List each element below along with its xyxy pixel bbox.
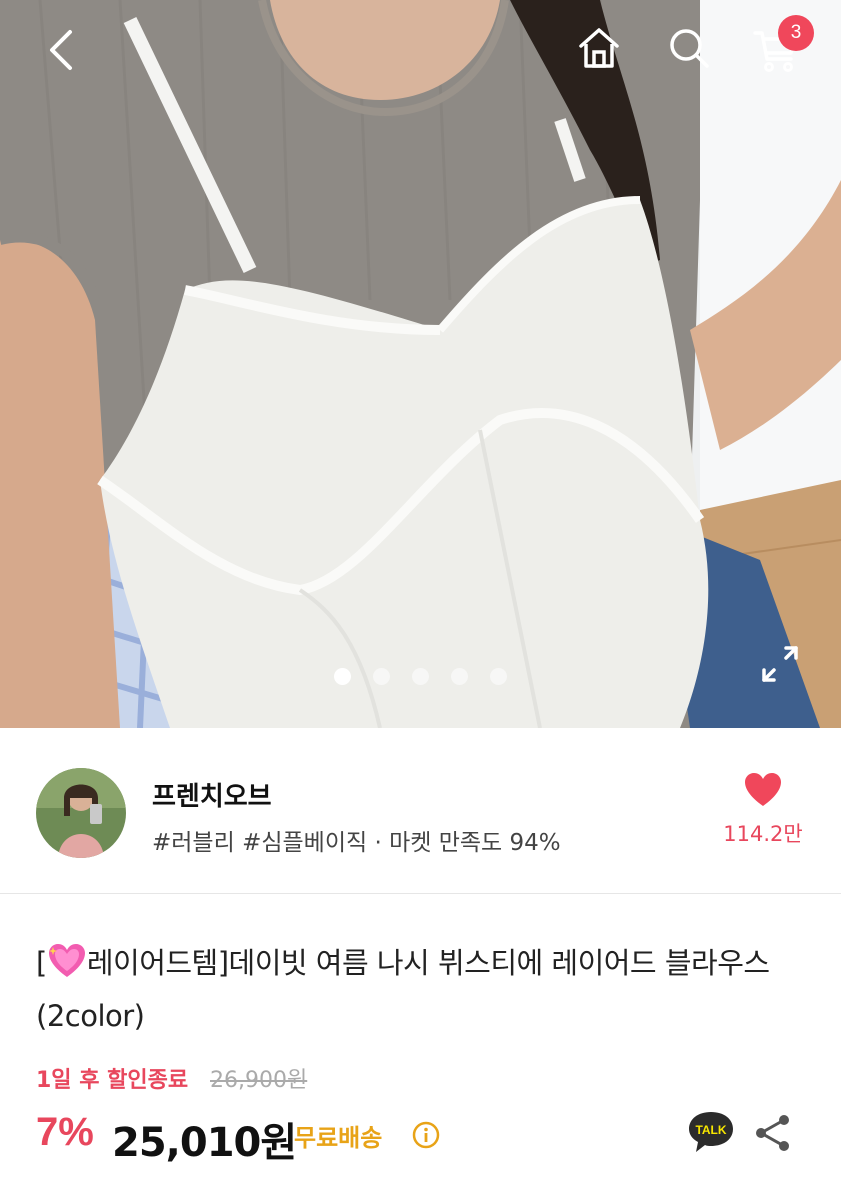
chevron-left-icon — [50, 30, 72, 70]
title-text: 레이어드템]데이빗 여름 나시 뷔스티에 레이어드 블라우스(2color) — [36, 946, 770, 1033]
product-image-gallery[interactable]: 3 — [0, 0, 841, 728]
share-icon — [756, 1115, 789, 1151]
discount-deadline: 1일 후 할인종료 — [36, 1068, 189, 1093]
kakao-talk-button[interactable]: TALK — [686, 1108, 736, 1158]
product-photo — [0, 0, 841, 728]
shop-avatar[interactable] — [36, 768, 126, 858]
free-shipping-label: 무료배송 — [294, 1124, 383, 1152]
sale-price: 25,010원 — [112, 1120, 297, 1166]
gallery-pagination — [0, 668, 841, 685]
back-button[interactable] — [34, 22, 90, 78]
home-icon — [579, 28, 619, 68]
sparkling-heart-icon — [47, 943, 87, 993]
gallery-dot[interactable] — [451, 668, 468, 685]
product-title: [ 레이어드템]데이빗 여름 나시 뷔스티에 레이어드 블라우스(2color) — [36, 940, 806, 1040]
share-button[interactable] — [752, 1112, 794, 1154]
avatar-image — [36, 768, 126, 858]
info-icon — [412, 1121, 440, 1149]
search-icon — [670, 29, 709, 68]
gallery-dot[interactable] — [373, 668, 390, 685]
discount-rate: 7% — [36, 1110, 94, 1154]
shop-info: 프렌치오브 #러블리 #심플베이직 · 마켓 만족도 94% 114.2만 — [0, 728, 841, 894]
talk-label: TALK — [695, 1123, 726, 1137]
shipping-info-button[interactable] — [412, 1121, 440, 1149]
like-button[interactable]: 114.2만 — [718, 772, 808, 848]
gallery-dot[interactable] — [412, 668, 429, 685]
original-price: 26,900원 — [210, 1068, 308, 1093]
heart-icon — [745, 773, 781, 806]
fullscreen-button[interactable] — [756, 640, 804, 688]
talk-bubble-icon: TALK — [689, 1112, 733, 1152]
gallery-dot[interactable] — [334, 668, 351, 685]
shop-tags: #러블리 #심플베이직 · 마켓 만족도 94% — [152, 830, 561, 856]
cart-count-badge: 3 — [778, 15, 814, 51]
home-button[interactable] — [571, 20, 627, 76]
title-prefix: [ — [36, 946, 47, 980]
shop-name[interactable]: 프렌치오브 — [152, 776, 272, 813]
expand-icon — [762, 646, 798, 682]
gallery-dot[interactable] — [490, 668, 507, 685]
like-count: 114.2만 — [723, 822, 803, 846]
search-button[interactable] — [661, 20, 717, 76]
